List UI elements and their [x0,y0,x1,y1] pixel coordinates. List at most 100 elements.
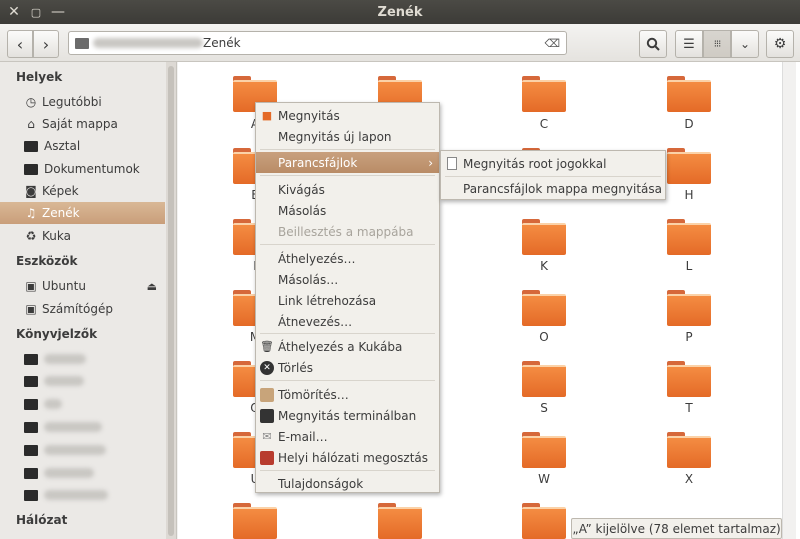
clear-location-icon[interactable]: ⌫ [544,37,560,50]
menu-item-label: Helyi hálózati megosztás [278,450,429,465]
maximize-icon: ▢ [30,5,42,19]
search-button[interactable] [639,30,667,58]
menu-item-open-terminal[interactable]: Megnyitás terminálban [256,405,439,426]
sidebar-item-home[interactable]: ⌂ Saját mappa [0,113,165,135]
menu-item-email[interactable]: ✉ E-mail… [256,426,439,447]
trash-icon: 🗑 [260,340,274,353]
location-bar[interactable]: Zenék ⌫ [68,31,567,55]
menu-item-label: Tulajdonságok [278,476,364,491]
menu-item-local-network-share[interactable]: Helyi hálózati megosztás [256,447,439,468]
menu-item-move-to[interactable]: Áthelyezés… [256,248,439,269]
menu-item-make-link[interactable]: Link létrehozása [256,290,439,311]
menu-item-cut[interactable]: Kivágás [256,179,439,200]
menu-item-label: Megnyitás root jogokkal [463,156,607,171]
sidebar-item-label: Dokumentumok [44,162,140,176]
view-options-button[interactable]: ⌄ [731,30,759,58]
folder-icon [75,37,89,49]
forward-button[interactable]: › [33,30,59,58]
minimize-icon: — [51,4,65,20]
submenu-item-open-as-root[interactable]: Megnyitás root jogokkal [441,153,665,174]
list-view-button[interactable]: ☰ [675,30,703,58]
status-bar: „A” kijelölve (78 elemet tartalmaz) [571,518,782,539]
music-note-icon: ♫ [25,206,37,220]
sidebar-item-documents[interactable]: Dokumentumok [0,158,165,180]
submenu-item-open-scripts-folder[interactable]: Parancsfájlok mappa megnyitása [441,178,665,199]
email-icon: ✉ [262,430,272,443]
menu-item-open[interactable]: ■ Megnyitás [256,105,439,126]
sidebar-item-desktop[interactable]: Asztal [0,135,165,157]
sidebar-item-label: Kuka [42,229,71,243]
menu-item-scripts[interactable]: Parancsfájlok › [256,152,439,173]
menu-item-label: Megnyitás új lapon [278,129,392,144]
menu-item-copy-to[interactable]: Másolás… [256,269,439,290]
menu-item-label: Másolás [278,203,327,218]
menu-item-label: Törlés [278,360,314,375]
sidebar-item-recent[interactable]: ◷ Legutóbbi [0,91,165,113]
maximize-window-button[interactable]: ▢ [25,1,47,23]
delete-icon: ✕ [260,360,274,375]
menu-item-label: Kivágás [278,182,325,197]
menu-item-label: Áthelyezés a Kukába [278,339,403,354]
menu-item-move-to-trash[interactable]: 🗑 Áthelyezés a Kukába [256,336,439,357]
menu-item-label: E-mail… [278,429,328,444]
bookmark-item[interactable] [0,439,165,461]
menu-item-properties[interactable]: Tulajdonságok [256,473,439,494]
main-scrollbar[interactable] [782,62,796,539]
bookmark-item[interactable] [0,462,165,484]
bookmark-item[interactable] [0,484,165,506]
blurred-path-segment [93,38,203,48]
folder-label: P [685,330,693,344]
archive-icon [260,387,274,402]
location-path: Zenék [203,36,241,50]
bookmark-item[interactable] [0,370,165,392]
sidebar: Helyek ◷ Legutóbbi ⌂ Saját mappa Asztal Do… [0,62,177,539]
sidebar-scrollbar[interactable] [166,62,176,539]
camera-icon: ◙ [25,184,37,198]
folder-icon [24,421,38,433]
sidebar-item-computer[interactable]: ▣ Számítógép [0,298,165,320]
menu-separator [260,470,435,471]
menu-item-label: Tömörítés… [278,387,349,402]
sidebar-item-label: Számítógép [42,302,113,316]
folder-icon [24,375,38,387]
sidebar-item-label: Asztal [44,139,81,153]
bookmark-item[interactable] [0,348,165,370]
settings-button[interactable]: ⚙ [766,30,794,58]
sidebar-item-label: Képek [42,184,79,198]
share-icon [260,450,274,465]
menu-item-copy[interactable]: Másolás [256,200,439,221]
sidebar-item-ubuntu[interactable]: ▣ Ubuntu ⏏ [0,275,165,297]
sidebar-item-label: Zenék [42,206,80,220]
folder-icon [24,489,38,501]
close-window-button[interactable]: ✕ [3,1,25,23]
menu-item-paste-into-folder: Beillesztés a mappába [256,221,439,242]
folder-icon [24,163,38,175]
menu-separator [445,176,661,177]
grid-view-button[interactable]: ⁝⁝⁝ [703,30,731,58]
sidebar-item-trash[interactable]: ♻ Kuka [0,225,165,247]
back-button[interactable]: ‹ [7,30,33,58]
sidebar-item-pictures[interactable]: ◙ Képek [0,180,165,202]
sidebar-item-music[interactable]: ♫ Zenék [0,202,165,224]
bookmark-item[interactable] [0,416,165,438]
menu-separator [260,380,435,381]
bookmark-item[interactable] [0,393,165,415]
menu-item-label: Átnevezés… [278,314,353,329]
scrollbar-thumb[interactable] [168,66,174,536]
sidebar-item-label: Ubuntu [42,279,86,293]
devices-header: Eszközök [16,254,78,268]
drive-icon: ▣ [25,302,37,316]
menu-item-label: Megnyitás terminálban [278,408,417,423]
menu-item-label: Beillesztés a mappába [278,224,414,239]
folder-label: C [539,117,549,131]
menu-item-label: Parancsfájlok mappa megnyitása [463,181,662,196]
sidebar-item-label: Legutóbbi [42,95,102,109]
menu-item-open-new-tab[interactable]: Megnyitás új lapon [256,126,439,147]
context-menu: ■ Megnyitás Megnyitás új lapon Parancsfáj… [255,102,440,493]
eject-icon[interactable]: ⏏ [147,280,157,293]
menu-item-delete[interactable]: ✕ Törlés [256,357,439,378]
minimize-window-button[interactable]: — [47,1,69,23]
trash-icon: ♻ [25,229,37,243]
menu-item-compress[interactable]: Tömörítés… [256,384,439,405]
menu-item-rename[interactable]: Átnevezés… [256,311,439,332]
